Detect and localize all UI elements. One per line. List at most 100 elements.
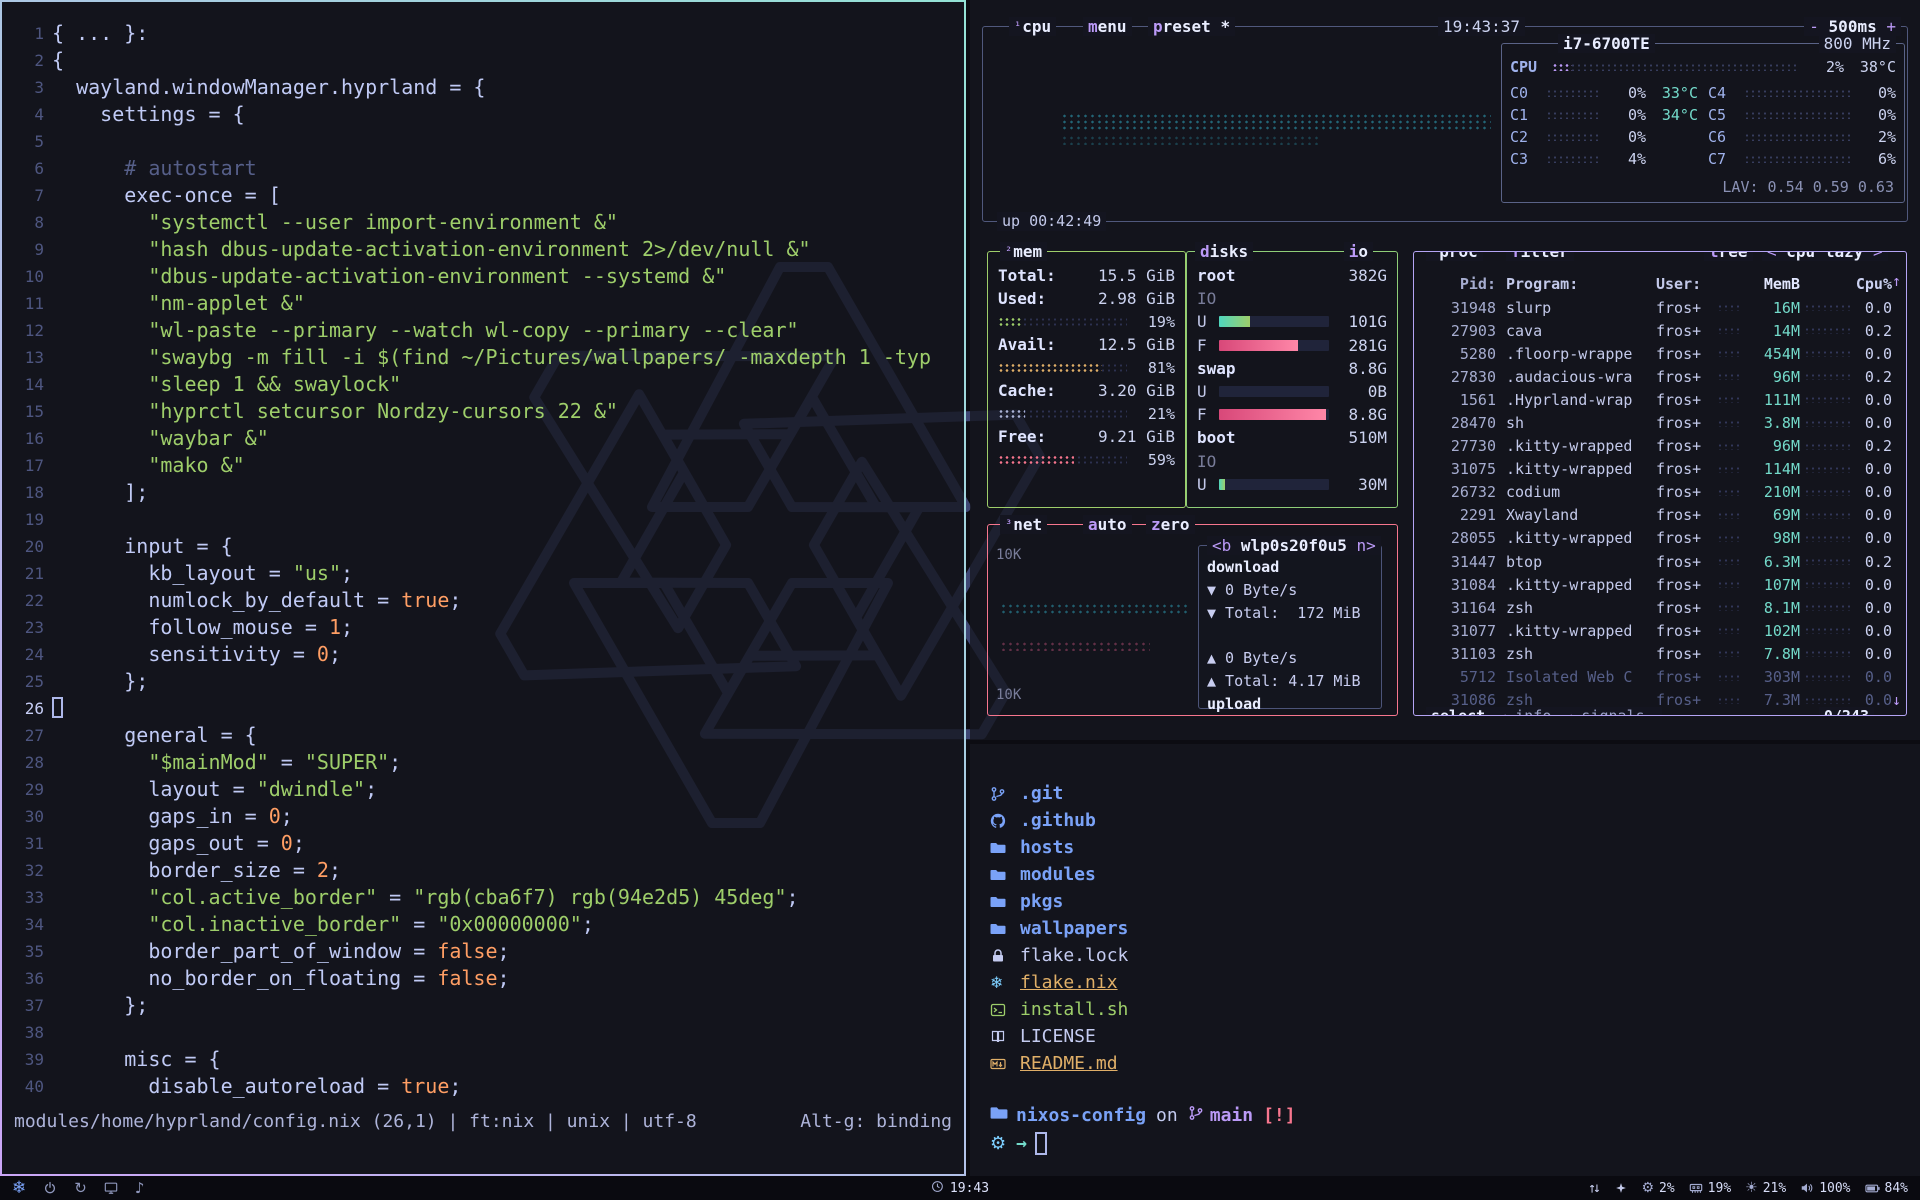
process-row[interactable]: 27830.audacious-wrafros+96M0.2	[1414, 365, 1906, 388]
mem-box-title[interactable]: ²mem	[1000, 242, 1047, 261]
battery-module[interactable]: 84%	[1865, 1181, 1908, 1196]
net-device-selector[interactable]: <b wlp0s20f0u5 n>	[1207, 536, 1381, 555]
code-line[interactable]: 1{ ... }:	[2, 20, 964, 47]
code-line[interactable]: 9 "hash dbus-update-activation-environme…	[2, 236, 964, 263]
proc-hint[interactable]: ↵ signals	[1563, 707, 1644, 716]
header-memb[interactable]: MemB	[1748, 275, 1800, 293]
code-line[interactable]: 15 "hyprctl setcursor Nordzy-cursors 22 …	[2, 398, 964, 425]
file-item[interactable]: flake.lock	[990, 942, 1920, 969]
code-line[interactable]: 40 disable_autoreload = true;	[2, 1073, 964, 1100]
code-line[interactable]: 13 "swaybg -m fill -i $(find ~/Pictures/…	[2, 344, 964, 371]
code-line[interactable]: 29 layout = "dwindle";	[2, 776, 964, 803]
code-line[interactable]: 30 gaps_in = 0;	[2, 803, 964, 830]
code-line[interactable]: 20 input = {	[2, 533, 964, 560]
header-pid[interactable]: Pid:	[1422, 275, 1496, 293]
filter-button[interactable]: filter	[1506, 251, 1574, 261]
sort-prev-button[interactable]: <	[1767, 251, 1777, 261]
file-item[interactable]: pkgs	[990, 888, 1920, 915]
file-item[interactable]: ❄flake.nix	[990, 969, 1920, 996]
code-line[interactable]: 6 # autostart	[2, 155, 964, 182]
memory-module[interactable]: 19%	[1689, 1181, 1731, 1196]
shell-input-line[interactable]: ⚙ →	[990, 1130, 1920, 1157]
process-row[interactable]: 2291Xwaylandfros+69M0.0	[1414, 504, 1906, 527]
code-line[interactable]: 3 wayland.windowManager.hyprland = {	[2, 74, 964, 101]
clock-module[interactable]: 19:43	[931, 1180, 989, 1197]
code-line[interactable]: 27 general = {	[2, 722, 964, 749]
header-user[interactable]: User:	[1656, 275, 1712, 293]
disks-box-title[interactable]: disks	[1195, 242, 1253, 261]
code-line[interactable]: 24 sensitivity = 0;	[2, 641, 964, 668]
tree-button[interactable]: tree	[1704, 251, 1753, 261]
code-line[interactable]: 12 "wl-paste --primary --watch wl-copy -…	[2, 317, 964, 344]
tray-network-item[interactable]	[1588, 1182, 1601, 1195]
process-row[interactable]: 28470shfros+3.8M0.0	[1414, 411, 1906, 434]
menu-button[interactable]: menu	[1083, 17, 1132, 36]
code-line[interactable]: 18 ];	[2, 479, 964, 506]
net-next-device-button[interactable]: n>	[1357, 536, 1376, 555]
process-row[interactable]: 26732codiumfros+210M0.0	[1414, 481, 1906, 504]
process-row[interactable]: 31084.kitty-wrappedfros+107M0.0	[1414, 573, 1906, 596]
file-item[interactable]: install.sh	[990, 996, 1920, 1023]
net-zero-button[interactable]: zero	[1146, 515, 1195, 534]
header-program[interactable]: Program:	[1506, 275, 1656, 293]
file-item[interactable]: modules	[990, 861, 1920, 888]
code-line[interactable]: 23 follow_mouse = 1;	[2, 614, 964, 641]
code-line[interactable]: 16 "waybar &"	[2, 425, 964, 452]
header-cpu[interactable]: Cpu%	[1854, 275, 1892, 293]
code-line[interactable]: 38	[2, 1019, 964, 1046]
file-item[interactable]: README.md	[990, 1050, 1920, 1077]
volume-module[interactable]: 100%	[1800, 1181, 1850, 1196]
code-line[interactable]: 36 no_border_on_floating = false;	[2, 965, 964, 992]
net-auto-button[interactable]: auto	[1083, 515, 1132, 534]
process-row[interactable]: 31103zshfros+7.8M0.0	[1414, 642, 1906, 665]
process-row[interactable]: 31075.kitty-wrappedfros+114M0.0	[1414, 458, 1906, 481]
io-mode-button[interactable]: io	[1344, 242, 1373, 261]
process-row[interactable]: 31164zshfros+8.1M0.0	[1414, 596, 1906, 619]
code-line[interactable]: 26	[2, 695, 964, 722]
preset-button[interactable]: preset *	[1148, 17, 1235, 36]
file-item[interactable]: .git	[990, 780, 1920, 807]
code-line[interactable]: 31 gaps_out = 0;	[2, 830, 964, 857]
sort-selector[interactable]: < cpu lazy >	[1762, 251, 1888, 261]
code-line[interactable]: 2{	[2, 47, 964, 74]
code-line[interactable]: 14 "sleep 1 && swaylock"	[2, 371, 964, 398]
process-row[interactable]: 31077.kitty-wrappedfros+102M0.0	[1414, 619, 1906, 642]
code-line[interactable]: 5	[2, 128, 964, 155]
proc-key-hints[interactable]: select ↵ info ↵ signals	[1426, 707, 1662, 716]
power-button[interactable]	[43, 1181, 57, 1195]
file-item[interactable]: .github	[990, 807, 1920, 834]
proc-hint[interactable]: select	[1431, 707, 1485, 716]
net-prev-device-button[interactable]: <b	[1212, 536, 1231, 555]
file-item[interactable]: LICENSE	[990, 1023, 1920, 1050]
process-row[interactable]: 5712Isolated Web Cfros+303M0.0	[1414, 666, 1906, 689]
process-row[interactable]: 5280.floorp-wrappefros+454M0.0	[1414, 342, 1906, 365]
code-line[interactable]: 28 "$mainMod" = "SUPER";	[2, 749, 964, 776]
process-row[interactable]: 28055.kitty-wrappedfros+98M0.0	[1414, 527, 1906, 550]
tray-app-item[interactable]	[1615, 1182, 1627, 1194]
code-line[interactable]: 35 border_part_of_window = false;	[2, 938, 964, 965]
process-row[interactable]: 31447btopfros+6.3M0.2	[1414, 550, 1906, 573]
file-item[interactable]: wallpapers	[990, 915, 1920, 942]
code-line[interactable]: 21 kb_layout = "us";	[2, 560, 964, 587]
code-line[interactable]: 34 "col.inactive_border" = "0x00000000";	[2, 911, 964, 938]
code-line[interactable]: 37 };	[2, 992, 964, 1019]
nix-launcher[interactable]: ❄	[12, 1180, 26, 1197]
code-line[interactable]: 33 "col.active_border" = "rgb(cba6f7) rg…	[2, 884, 964, 911]
interval-decrease-button[interactable]: -	[1809, 17, 1819, 36]
code-line[interactable]: 4 settings = {	[2, 101, 964, 128]
process-row[interactable]: 27730.kitty-wrappedfros+96M0.2	[1414, 435, 1906, 458]
proc-hint[interactable]: ↵ info	[1497, 707, 1551, 716]
code-line[interactable]: 19	[2, 506, 964, 533]
process-row[interactable]: 31948slurpfros+16M0.0	[1414, 296, 1906, 319]
code-line[interactable]: 39 misc = {	[2, 1046, 964, 1073]
code-line[interactable]: 17 "mako &"	[2, 452, 964, 479]
code-line[interactable]: 8 "systemctl --user import-environment &…	[2, 209, 964, 236]
code-line[interactable]: 22 numlock_by_default = true;	[2, 587, 964, 614]
process-row[interactable]: 1561.Hyprland-wrapfros+111M0.0	[1414, 388, 1906, 411]
code-line[interactable]: 7 exec-once = [	[2, 182, 964, 209]
process-table-header[interactable]: Pid: Program: User: MemB Cpu%	[1414, 272, 1906, 295]
process-row[interactable]: 27903cavafros+14M0.2	[1414, 319, 1906, 342]
code-line[interactable]: 32 border_size = 2;	[2, 857, 964, 884]
brightness-module[interactable]: ☀21%	[1745, 1181, 1786, 1196]
sort-next-button[interactable]: >	[1873, 251, 1883, 261]
